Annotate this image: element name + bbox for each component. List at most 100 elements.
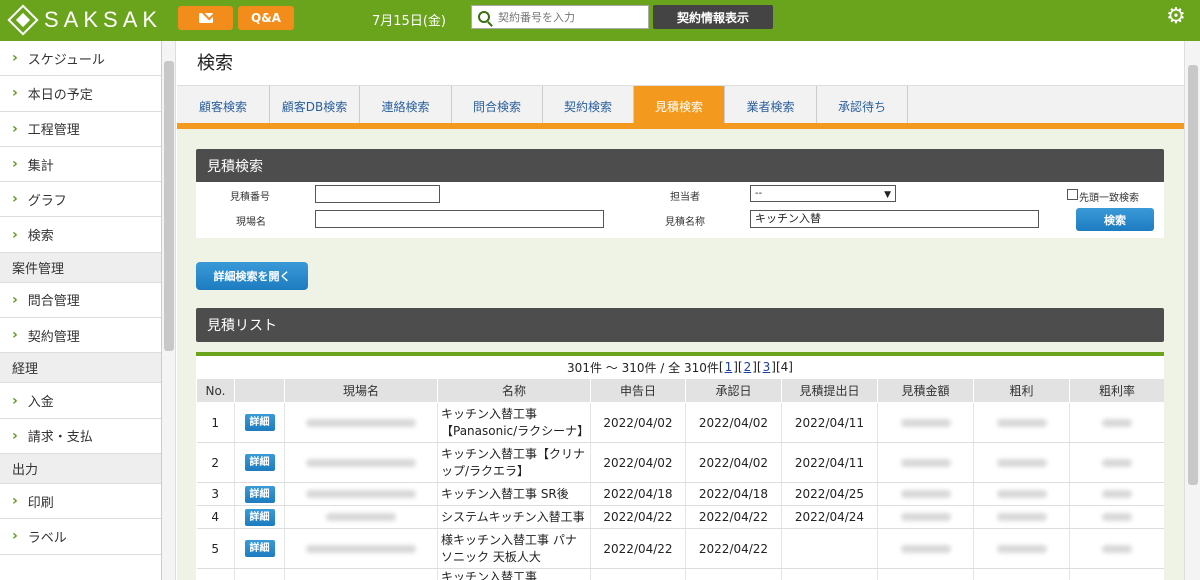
prefix-match-checkbox[interactable] bbox=[1067, 189, 1078, 200]
tab-bar: 顧客検索 顧客DB検索 連絡検索 問合検索 契約検索 見積検索 業者検索 承認待… bbox=[177, 86, 1184, 126]
detail-button[interactable]: 詳細 bbox=[244, 485, 275, 503]
tab-customer[interactable]: 顧客検索 bbox=[177, 86, 270, 126]
redacted-amount bbox=[900, 458, 951, 467]
sidebar-item-schedule[interactable]: › スケジュール bbox=[0, 41, 161, 77]
table-row[interactable]: キッチン入替工事【Panaso bbox=[196, 568, 1164, 580]
detail-button[interactable]: 詳細 bbox=[244, 540, 275, 557]
table-row[interactable]: 5 詳細 様キッチン入替工事 パナソニック 天板人大 2022/04/22 20… bbox=[196, 528, 1164, 569]
sidebar-item-print[interactable]: › 印刷 bbox=[0, 484, 161, 520]
tab-contract[interactable]: 契約検索 bbox=[543, 86, 634, 126]
redacted-profit-rate bbox=[1102, 513, 1132, 521]
logo[interactable]: SAKSAK bbox=[7, 4, 163, 36]
col-no: No. bbox=[196, 378, 235, 403]
staff-select[interactable]: -- ▼ bbox=[750, 185, 896, 202]
redacted-amount bbox=[900, 544, 951, 553]
contract-search-box[interactable] bbox=[471, 5, 649, 29]
table-row[interactable]: 4 詳細 システムキッチン入替工事 2022/04/22 2022/04/22 … bbox=[196, 505, 1164, 529]
row-name: キッチン入替工事【Panasonic/ラクシーナ】 bbox=[437, 402, 591, 443]
redacted-site-name bbox=[306, 544, 416, 553]
chevron-right-icon: › bbox=[12, 191, 18, 208]
row-approved: 2022/04/18 bbox=[685, 482, 782, 506]
current-page: 4 bbox=[780, 360, 789, 374]
sidebar-item-inquiry[interactable]: › 問合管理 bbox=[0, 283, 161, 319]
estimate-no-input[interactable] bbox=[315, 185, 440, 203]
col-amount: 見積金額 bbox=[877, 378, 974, 403]
page-link-2[interactable]: 2 bbox=[744, 360, 752, 374]
detail-button[interactable]: 詳細 bbox=[244, 508, 275, 526]
logo-mark-icon bbox=[7, 4, 39, 36]
tab-estimate[interactable]: 見積検索 bbox=[634, 86, 725, 126]
table-row[interactable]: 1 詳細 キッチン入替工事【Panasonic/ラクシーナ】 2022/04/0… bbox=[196, 402, 1164, 443]
row-submitted: 2022/04/24 bbox=[781, 505, 878, 529]
contract-number-input[interactable] bbox=[498, 10, 638, 24]
qa-button[interactable]: Q&A bbox=[238, 6, 294, 30]
page-link-3[interactable]: 3 bbox=[763, 360, 771, 374]
sidebar-scrollbar[interactable] bbox=[162, 41, 176, 580]
redacted-site-name bbox=[326, 513, 396, 521]
main-scrollbar[interactable] bbox=[1184, 41, 1200, 580]
row-name: キッチン入替工事【クリナップ/ラクエラ】 bbox=[437, 442, 591, 483]
mail-button[interactable] bbox=[178, 6, 233, 30]
page-link-1[interactable]: 1 bbox=[725, 360, 733, 374]
row-name: システムキッチン入替工事 bbox=[437, 505, 591, 529]
table-header: No. 現場名 名称 申告日 承認日 見積提出日 見積金額 粗利 粗利率 bbox=[196, 378, 1164, 403]
row-approved: 2022/04/02 bbox=[685, 402, 782, 443]
staff-select-value: -- bbox=[755, 188, 763, 199]
row-no: 3 bbox=[196, 482, 235, 506]
redacted-profit bbox=[996, 513, 1047, 521]
redacted-profit bbox=[996, 544, 1047, 553]
sidebar-item-contract[interactable]: › 契約管理 bbox=[0, 318, 161, 354]
sidebar-scroll-thumb[interactable] bbox=[164, 61, 174, 351]
tab-vendor[interactable]: 業者検索 bbox=[725, 86, 817, 126]
search-form: 見積番号 現場名 担当者 -- ▼ 見積名称 キッチン入替 先頭一致検索 検索 bbox=[196, 182, 1164, 238]
row-approved: 2022/04/22 bbox=[685, 528, 782, 569]
main-scroll-thumb[interactable] bbox=[1188, 65, 1198, 485]
row-name-partial: キッチン入替工事【Panaso bbox=[437, 568, 591, 580]
redacted-profit bbox=[996, 458, 1047, 467]
logo-text: SAKSAK bbox=[44, 7, 163, 32]
gear-icon[interactable]: ⚙ bbox=[1166, 6, 1186, 28]
detail-search-open-button[interactable]: 詳細検索を開く bbox=[196, 262, 308, 290]
contract-info-button[interactable]: 契約情報表示 bbox=[653, 5, 773, 29]
tab-inquiry[interactable]: 問合検索 bbox=[452, 86, 543, 126]
sidebar-item-graph[interactable]: › グラフ bbox=[0, 182, 161, 218]
row-no: 2 bbox=[196, 442, 235, 483]
estimate-name-input[interactable]: キッチン入替 bbox=[750, 210, 1039, 228]
col-submitted-date: 見積提出日 bbox=[781, 378, 878, 403]
col-site-name: 現場名 bbox=[284, 378, 438, 403]
col-profit-rate: 粗利率 bbox=[1069, 378, 1164, 403]
sidebar-item-aggregate[interactable]: › 集計 bbox=[0, 147, 161, 183]
sidebar-item-search[interactable]: › 検索 bbox=[0, 217, 161, 253]
redacted-site-name bbox=[306, 490, 416, 498]
list-panel-title: 見積リスト bbox=[196, 308, 1164, 342]
sidebar-item-payment-in[interactable]: › 入金 bbox=[0, 383, 161, 419]
detail-button[interactable]: 詳細 bbox=[244, 454, 275, 471]
row-submitted: 2022/04/25 bbox=[781, 482, 878, 506]
table-row[interactable]: 3 詳細 キッチン入替工事 SR後 2022/04/18 2022/04/18 … bbox=[196, 482, 1164, 506]
tab-customer-db[interactable]: 顧客DB検索 bbox=[270, 86, 360, 126]
sidebar-item-process[interactable]: › 工程管理 bbox=[0, 112, 161, 147]
col-declared-date: 申告日 bbox=[590, 378, 686, 403]
row-declared: 2022/04/22 bbox=[590, 505, 686, 529]
row-approved: 2022/04/22 bbox=[685, 505, 782, 529]
estimate-name-label: 見積名称 bbox=[665, 217, 705, 228]
redacted-amount bbox=[900, 418, 951, 427]
staff-label: 担当者 bbox=[670, 192, 700, 203]
site-name-input[interactable] bbox=[315, 210, 604, 228]
tab-contact[interactable]: 連絡検索 bbox=[360, 86, 452, 126]
sidebar-item-today[interactable]: › 本日の予定 bbox=[0, 76, 161, 112]
sidebar-item-label[interactable]: › ラベル bbox=[0, 519, 161, 555]
row-name: キッチン入替工事 SR後 bbox=[437, 482, 591, 506]
table-row[interactable]: 2 詳細 キッチン入替工事【クリナップ/ラクエラ】 2022/04/02 202… bbox=[196, 442, 1164, 483]
detail-button[interactable]: 詳細 bbox=[244, 414, 275, 431]
row-declared: 2022/04/18 bbox=[590, 482, 686, 506]
redacted-profit bbox=[996, 418, 1047, 427]
chevron-right-icon: › bbox=[12, 85, 18, 102]
redacted-amount bbox=[900, 490, 951, 498]
sidebar-item-billing[interactable]: › 請求・支払 bbox=[0, 419, 161, 454]
estimate-no-label: 見積番号 bbox=[230, 192, 270, 203]
tab-pending-approval[interactable]: 承認待ち bbox=[817, 86, 908, 126]
current-date: 7月15日(金) bbox=[372, 14, 446, 29]
search-button[interactable]: 検索 bbox=[1076, 208, 1154, 231]
search-panel-title: 見積検索 bbox=[196, 149, 1164, 183]
